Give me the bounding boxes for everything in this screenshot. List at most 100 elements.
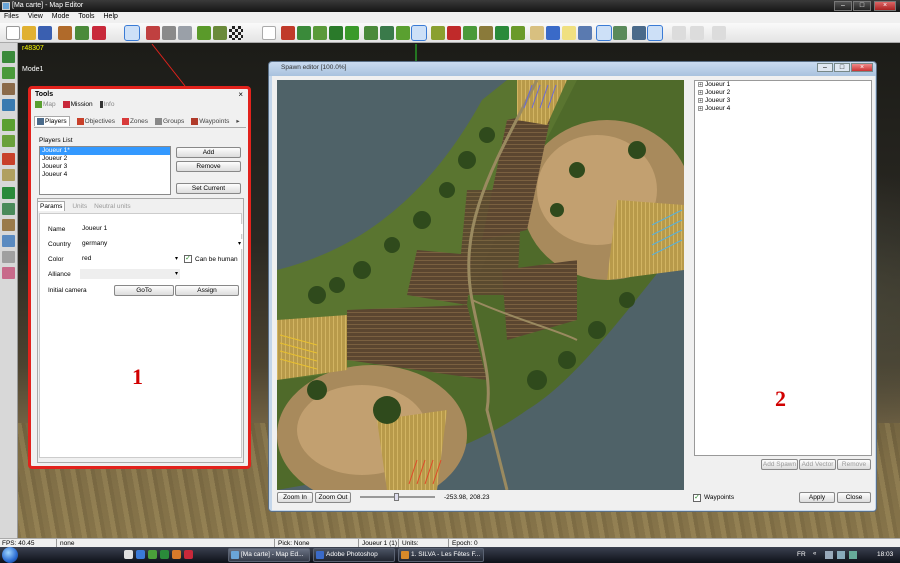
status-divider [274,539,275,547]
tab-units[interactable]: Units [72,203,87,210]
layer-zones-icon[interactable] [2,235,15,247]
tab-groups[interactable]: Groups [154,118,184,125]
layer-players-icon[interactable] [2,267,15,279]
expand-icon[interactable]: + [698,90,703,96]
zoom-slider[interactable] [360,493,435,501]
tools-panel-close-icon[interactable]: × [238,90,243,99]
assign-button[interactable]: Assign [175,285,239,296]
tree-item-joueur-3[interactable]: + Joueur 3 [695,97,871,105]
tab-players[interactable]: Players [34,116,70,127]
remove-spawn-button[interactable]: Remove [837,459,871,470]
spawn-players-tree[interactable]: + Joueur 1 + Joueur 2 + Joueur 3 + Joueur 4 … [694,80,872,456]
list-item[interactable]: Joueur 1* [40,147,170,155]
layer-terrain-icon[interactable] [2,51,15,63]
tray-app-icon[interactable] [849,551,857,559]
tools-panel: Tools × Map Mission Info Players Objecti… [28,86,251,469]
expand-icon[interactable]: + [698,82,703,88]
clock[interactable]: 18:03 [877,551,893,558]
quicklaunch-desktop-icon[interactable] [124,550,133,559]
add-spawn-button[interactable]: Add Spawn [761,459,798,470]
color-select[interactable]: red [80,254,180,264]
task-map-editor[interactable]: [Ma carte] - Map Ed... [228,548,310,562]
quicklaunch-app3-icon[interactable] [172,550,181,559]
spawn-close-button[interactable]: × [851,63,873,72]
layer-fields-icon[interactable] [2,135,15,147]
layer-grid-icon[interactable] [2,119,15,131]
layer-misc-icon[interactable] [2,251,15,263]
remove-player-button[interactable]: Remove [176,161,241,172]
quicklaunch-app1-icon[interactable] [148,550,157,559]
volume-icon[interactable] [837,551,845,559]
quicklaunch-ie-icon[interactable] [136,550,145,559]
can-be-human-checkbox[interactable]: ✓ [184,255,192,263]
country-select[interactable]: germany [80,239,243,249]
spawn-terrain-map [277,80,684,490]
waypoints-checkbox[interactable]: ✓ [693,494,701,502]
layer-roads-icon[interactable] [2,169,15,181]
tree-item-joueur-4[interactable]: + Joueur 4 [695,105,871,113]
add-player-button[interactable]: Add [176,147,241,158]
layer-hedges-icon[interactable] [2,203,15,215]
groups-icon [154,118,162,125]
map-coordinates: -253.98, 208.23 [444,494,490,501]
zoom-out-button[interactable]: Zoom Out [315,492,351,503]
tab-objectives[interactable]: Objectives [76,118,115,125]
quicklaunch-app4-icon[interactable] [184,550,193,559]
language-indicator[interactable]: FR [797,551,806,558]
expand-icon[interactable]: + [698,98,703,104]
quicklaunch-app2-icon[interactable] [160,550,169,559]
tab-waypoints[interactable]: Waypoints [191,118,229,125]
callout-number-1: 1 [132,364,143,389]
tools-panel-title: Tools [35,91,54,98]
layer-water-icon[interactable] [2,99,15,111]
media-player-icon [401,551,409,559]
mission-icon [62,101,70,108]
task-media-player[interactable]: 1. SILVA - Les Fêtes F... [398,548,484,562]
spawn-close-dialog-button[interactable]: Close [837,492,871,503]
expand-icon[interactable]: + [698,106,703,112]
zoom-slider-handle[interactable] [394,493,399,501]
layer-objects-icon[interactable] [2,219,15,231]
tab-scroll-right-icon[interactable]: ▸ [236,117,239,125]
initial-camera-label: Initial camera [48,287,87,294]
layer-forest-icon[interactable] [2,187,15,199]
set-current-button[interactable]: Set Current [176,183,241,194]
tree-item-joueur-2[interactable]: + Joueur 2 [695,89,871,97]
tab-map[interactable]: Map [35,101,56,108]
spawn-maximize-button[interactable]: □ [834,63,850,72]
layer-buildings-icon[interactable] [2,83,15,95]
name-field[interactable]: Joueur 1 [80,224,243,234]
map-editor-icon [231,551,239,559]
params-tabs: Params Units Neutral units [37,201,136,212]
status-player: Joueur 1 (1) [362,540,398,547]
layer-units-icon[interactable] [2,153,15,165]
add-vector-button[interactable]: Add Vector [799,459,836,470]
alliance-select[interactable] [80,269,180,279]
network-icon[interactable] [825,551,833,559]
players-list[interactable]: Joueur 1* Joueur 2 Joueur 3 Joueur 4 [39,146,171,195]
spawn-minimize-button[interactable]: – [817,63,833,72]
spawn-map-view[interactable] [277,80,684,490]
tree-item-joueur-1[interactable]: + Joueur 1 [695,81,871,89]
apply-button[interactable]: Apply [799,492,835,503]
task-photoshop[interactable]: Adobe Photoshop [313,548,395,562]
start-button[interactable] [2,547,18,563]
tray-expand-icon[interactable]: « [813,551,816,557]
info-icon [99,101,103,108]
tab-neutral-units[interactable]: Neutral units [94,203,131,210]
color-label: Color [48,256,64,263]
layer-vegetation-icon[interactable] [2,67,15,79]
zoom-in-button[interactable]: Zoom In [277,492,313,503]
tab-mission[interactable]: Mission [62,101,93,108]
list-item[interactable]: Joueur 3 [40,163,170,171]
list-item[interactable]: Joueur 4 [40,171,170,179]
tab-info[interactable]: Info [99,101,114,108]
status-divider [358,539,359,547]
goto-button[interactable]: GoTo [114,285,174,296]
spawn-editor-client: + Joueur 1 + Joueur 2 + Joueur 3 + Joueur 4 … [272,76,875,510]
tab-params[interactable]: Params [37,201,66,211]
list-item[interactable]: Joueur 2 [40,155,170,163]
status-pick: Pick: None [278,540,310,547]
tab-zones[interactable]: Zones [121,118,148,125]
params-form: Name Joueur 1 Country germany Color red … [39,213,243,458]
